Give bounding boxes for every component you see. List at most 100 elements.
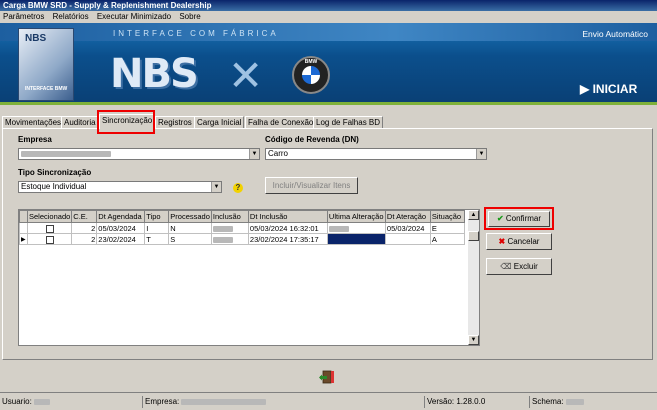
status-bar: Usuario: Empresa: Versão: 1.28.0.0 Schem…	[0, 392, 657, 410]
col-dt-inclusao[interactable]: Dt Inclusão	[247, 210, 328, 223]
selecionado-cell[interactable]	[26, 233, 73, 245]
tab-carga-inicial[interactable]: Carga Inicial	[194, 116, 245, 128]
sincronizacao-grid[interactable]: Selecionado C.E. Dt Agendada Tipo Proces…	[18, 209, 480, 346]
tab-falha-conexao[interactable]: Falha de Conexão	[245, 116, 317, 128]
col-inclusao[interactable]: Inclusão	[210, 210, 249, 223]
bmw-roundel	[302, 66, 320, 84]
schema-label: Schema:	[532, 397, 564, 406]
header-banner: INTERFACE COM FÁBRICA Envio Automático N…	[0, 23, 657, 105]
logo-subtitle: INTERFACE BMW	[25, 86, 68, 92]
inclusao-cell	[210, 233, 249, 245]
delete-icon: ⌫	[500, 262, 512, 271]
codigo-revenda-label: Código de Revenda (DN)	[265, 135, 359, 144]
status-usuario: Usuario:	[0, 396, 137, 408]
menu-relatorios[interactable]: Relatórios	[50, 11, 92, 23]
scroll-up-icon[interactable]: ▲	[468, 210, 479, 220]
tipo-sincronizacao-select[interactable]: Estoque Individual ▼	[18, 181, 222, 193]
processado-cell: N	[168, 222, 212, 234]
nbs-interface-logo: NBS INTERFACE BMW	[18, 28, 74, 101]
col-tipo[interactable]: Tipo	[144, 210, 170, 223]
envio-automatico-label[interactable]: Envio Automático	[582, 29, 648, 39]
codigo-revenda-value: Carro	[268, 149, 289, 158]
check-icon: ✔	[496, 214, 504, 223]
situacao-cell: E	[429, 222, 465, 234]
tab-highlight-box	[97, 110, 155, 134]
empresa-status-value-redacted	[181, 398, 267, 405]
exit-door-icon[interactable]	[319, 370, 335, 384]
excluir-label: Excluir	[513, 262, 538, 271]
row-checkbox[interactable]	[45, 235, 54, 244]
tab-registros[interactable]: Registros	[155, 116, 195, 128]
chevron-down-icon[interactable]: ▼	[249, 149, 259, 159]
ultima-alteracao-cell-selected[interactable]	[326, 233, 386, 245]
empresa-status-label: Empresa:	[145, 397, 180, 406]
scroll-thumb[interactable]	[468, 231, 479, 241]
status-empresa: Empresa:	[142, 396, 422, 408]
dt-inclusao-cell: 23/02/2024 17:35:17	[247, 233, 328, 245]
cancelar-button[interactable]: ✖ Cancelar	[486, 233, 552, 250]
iniciar-button[interactable]: ▶ INICIAR	[580, 82, 637, 96]
col-processado[interactable]: Processado	[168, 210, 212, 223]
dt-alteracao-cell: 05/03/2024	[384, 222, 431, 234]
chevron-down-icon[interactable]: ▼	[476, 149, 486, 159]
banner-divider	[0, 102, 657, 105]
table-row[interactable]: ▶ 2 23/02/2024 T S 23/02/2024 17:35:17 A	[19, 233, 465, 245]
cancelar-label: Cancelar	[507, 237, 540, 246]
usuario-value-redacted	[34, 398, 51, 405]
tipo-sincronizacao-label: Tipo Sincronização	[18, 168, 92, 177]
col-ultima-alteracao[interactable]: Ultima Alteração	[326, 210, 386, 223]
usuario-label: Usuario:	[2, 397, 32, 406]
iniciar-label: INICIAR	[592, 82, 638, 96]
nbs-logo: NBS	[110, 51, 199, 97]
bmw-logo-icon: BMW	[292, 56, 330, 94]
excluir-button[interactable]: ⌫ Excluir	[486, 258, 552, 275]
empresa-label: Empresa	[18, 135, 52, 144]
empresa-value-redacted	[21, 150, 111, 157]
schema-value-redacted	[565, 398, 584, 405]
tab-auditoria[interactable]: Auditoria	[61, 116, 99, 128]
col-ce[interactable]: C.E.	[71, 210, 98, 223]
grid-vertical-scrollbar[interactable]: ▲ ▼	[468, 210, 479, 345]
col-selecionado[interactable]: Selecionado	[26, 210, 73, 223]
col-dt-agendada[interactable]: Dt Agendada	[96, 210, 146, 223]
row-indicator	[19, 222, 28, 234]
codigo-revenda-select[interactable]: Carro ▼	[265, 148, 487, 160]
ultima-alteracao-redacted	[328, 225, 349, 232]
col-indicator	[19, 210, 28, 223]
status-versao: Versão: 1.28.0.0	[424, 396, 527, 408]
help-icon[interactable]: ?	[233, 183, 243, 193]
grid-header-row: Selecionado C.E. Dt Agendada Tipo Proces…	[19, 210, 465, 223]
interface-label: INTERFACE COM FÁBRICA	[113, 29, 279, 38]
dt-alteracao-cell	[384, 233, 431, 245]
confirmar-button[interactable]: ✔ Confirmar	[488, 211, 550, 227]
window-title: Carga BMW SRD - Supply & Replenishment D…	[0, 0, 657, 11]
tipo-sincronizacao-value: Estoque Individual	[21, 182, 87, 191]
confirmar-label: Confirmar	[505, 214, 542, 223]
table-row[interactable]: 2 05/03/2024 I N 05/03/2024 16:32:01 05/…	[19, 222, 465, 234]
selecionado-cell[interactable]	[26, 222, 73, 234]
scroll-down-icon[interactable]: ▼	[468, 335, 479, 345]
tab-log-falhas-bd[interactable]: Log de Falhas BD	[313, 116, 384, 128]
menu-sobre[interactable]: Sobre	[176, 11, 203, 23]
menu-parametros[interactable]: Parâmetros	[0, 11, 47, 23]
status-schema: Schema:	[529, 396, 657, 408]
close-icon: ✖	[498, 237, 506, 246]
incluir-visualizar-button[interactable]: Incluir/Visualizar Itens	[265, 177, 358, 194]
ultima-alteracao-cell	[326, 222, 386, 234]
processado-cell: S	[168, 233, 212, 245]
col-situacao[interactable]: Situação	[429, 210, 465, 223]
row-checkbox[interactable]	[45, 224, 54, 233]
tipo-cell: T	[144, 233, 170, 245]
tab-movimentacoes[interactable]: Movimentações	[2, 116, 65, 128]
situacao-cell: A	[429, 233, 465, 245]
inclusao-cell	[210, 222, 249, 234]
current-row-icon: ▶	[19, 233, 28, 245]
col-dt-alteracao[interactable]: Dt Ateração	[384, 210, 431, 223]
empresa-select[interactable]: ▼	[18, 148, 260, 160]
inclusao-redacted	[212, 225, 233, 232]
chevron-down-icon[interactable]: ▼	[211, 182, 221, 192]
dt-inclusao-cell: 05/03/2024 16:32:01	[247, 222, 328, 234]
bmw-logo-text: BMW	[304, 59, 318, 65]
menu-executar-minimizado[interactable]: Executar Minimizado	[94, 11, 174, 23]
banner-band	[0, 23, 657, 41]
